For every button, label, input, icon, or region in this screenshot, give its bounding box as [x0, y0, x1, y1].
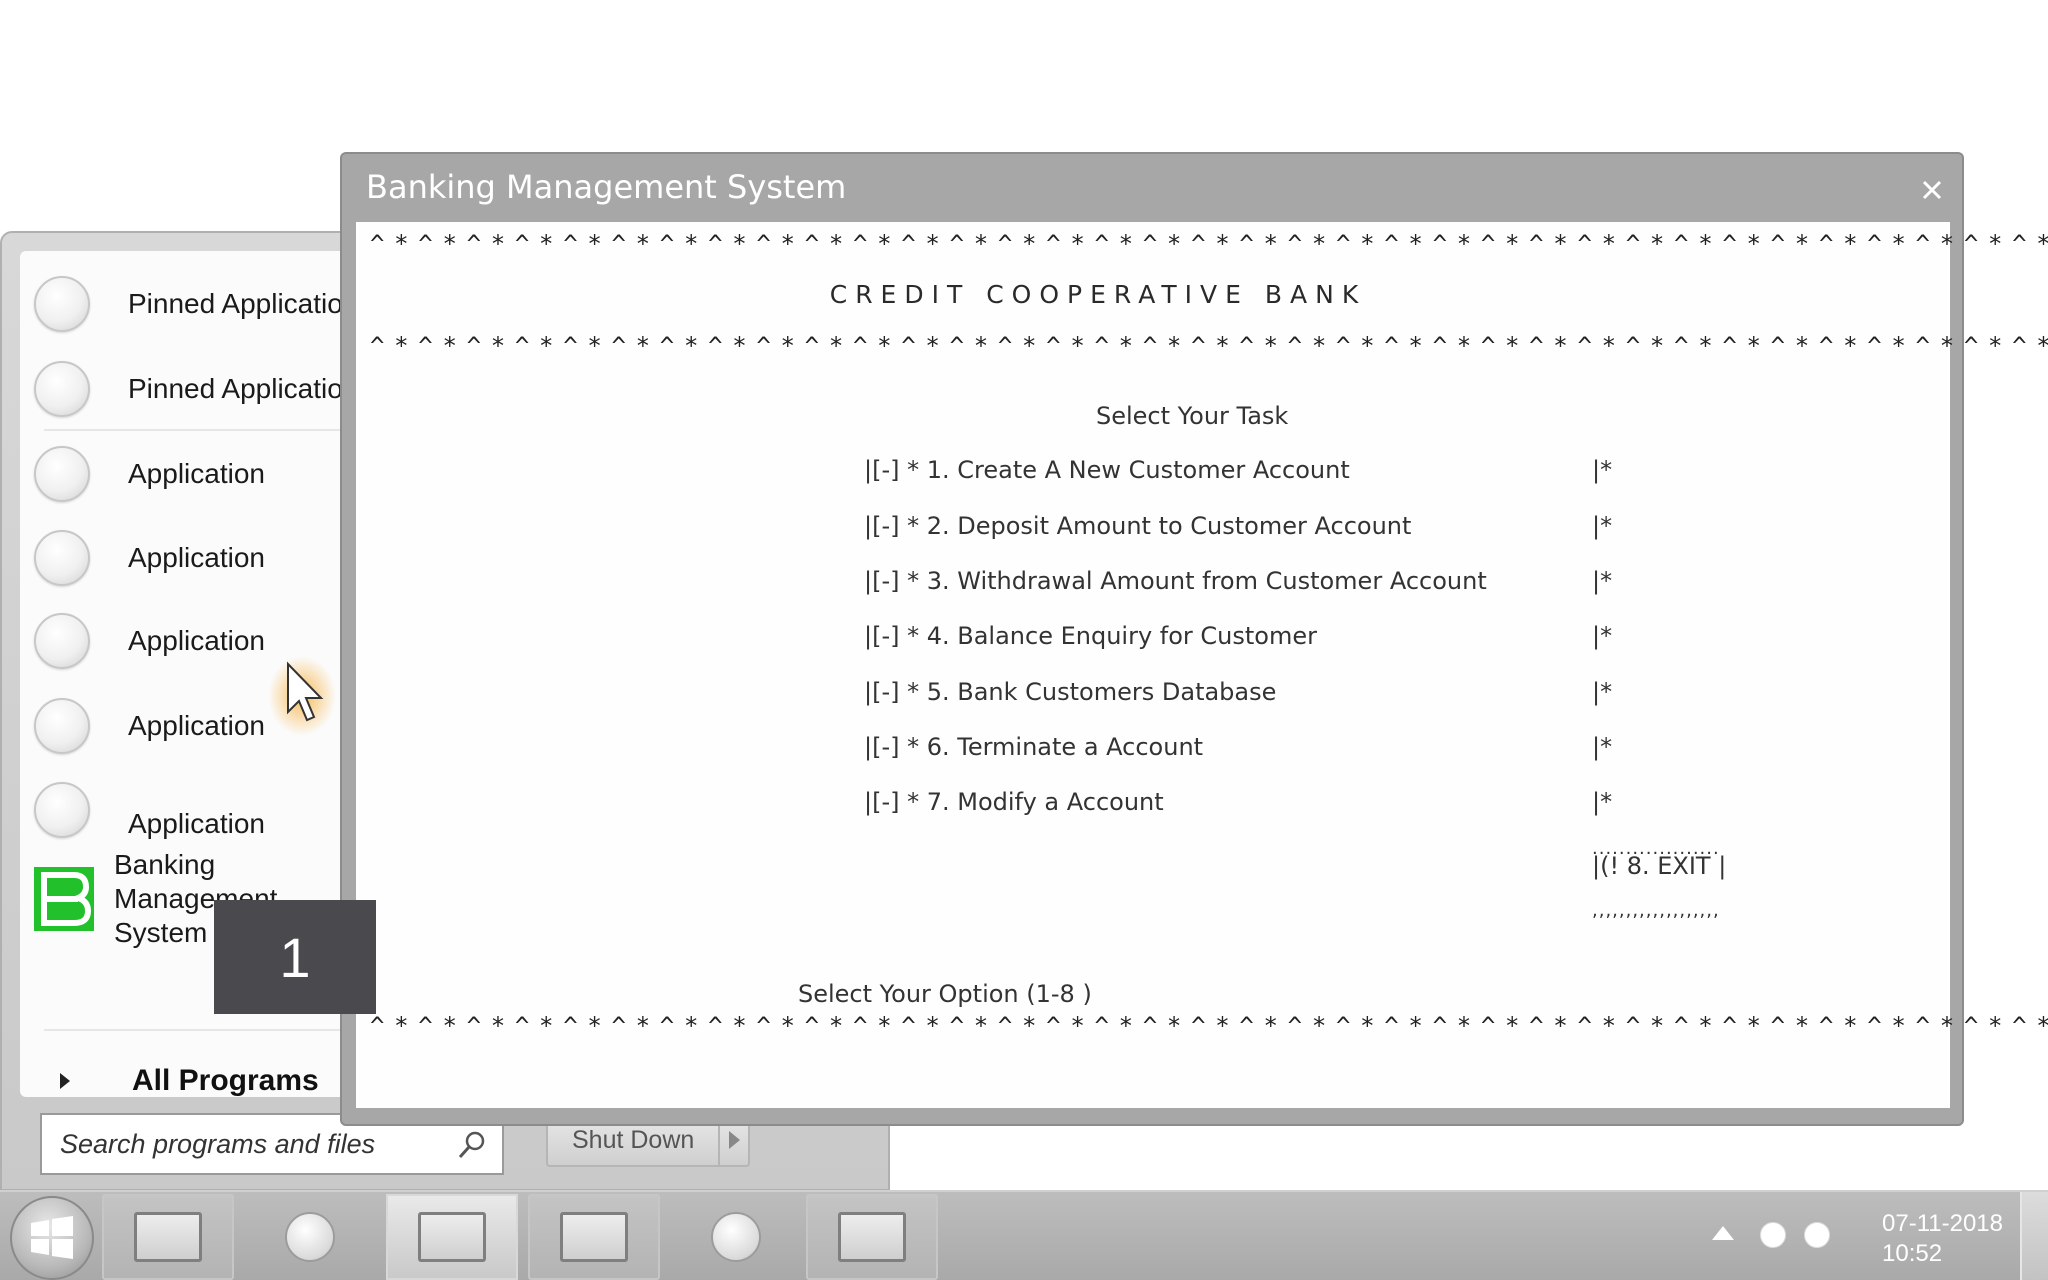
app-circle-icon	[34, 446, 90, 502]
app-circle-icon	[34, 276, 90, 332]
option-prompt: Select Your Option (1-8 )	[798, 980, 1092, 1008]
pinned-app-label: Pinned Application	[128, 373, 359, 404]
tray-circle-icon[interactable]	[1804, 1222, 1830, 1248]
search-input[interactable]	[60, 1128, 440, 1160]
window-square-icon	[134, 1212, 202, 1262]
menu-option-end-marker: |*	[1592, 622, 1613, 650]
menu-option-5[interactable]: |[-] * 5. Bank Customers Database	[864, 678, 1276, 706]
app-label: Application	[128, 808, 265, 839]
decorative-border-top: ^*^*^*^*^*^*^*^*^*^*^*^*^*^*^*^*^*^*^*^*…	[370, 230, 2048, 258]
show-desktop-button[interactable]	[2020, 1192, 2048, 1280]
desktop: Pinned Application Pinned Application Ap…	[0, 0, 2048, 1280]
app-circle-icon	[34, 782, 90, 838]
window-square-icon	[418, 1212, 486, 1262]
menu-option-end-marker: |*	[1592, 678, 1613, 706]
bank-name-heading: CREDIT COOPERATIVE BANK	[829, 280, 1367, 309]
app-label: Application	[128, 710, 265, 741]
menu-option-7[interactable]: |[-] * 7. Modify a Account	[864, 788, 1164, 816]
menu-option-2[interactable]: |[-] * 2. Deposit Amount to Customer Acc…	[864, 512, 1411, 540]
decorative-border-middle: ^*^*^*^*^*^*^*^*^*^*^*^*^*^*^*^*^*^*^*^*…	[370, 332, 2048, 360]
menu-option-exit[interactable]: |(! 8. EXIT |	[1592, 852, 1726, 880]
all-programs-label: All Programs	[132, 1064, 319, 1097]
search-icon[interactable]	[456, 1129, 488, 1161]
all-programs-button[interactable]: All Programs	[60, 1051, 319, 1111]
window-square-icon	[560, 1212, 628, 1262]
pinned-app-item-2[interactable]: Pinned Application	[34, 354, 364, 424]
app-item-3[interactable]: Application	[34, 606, 364, 676]
taskbar-app-window-1[interactable]	[102, 1194, 234, 1280]
clock-date[interactable]: 07-11-2018	[1882, 1210, 2003, 1238]
tray-circle-icon[interactable]	[1760, 1222, 1786, 1248]
menu-option-end-marker: |*	[1592, 733, 1613, 761]
triangle-right-icon	[60, 1073, 70, 1089]
exit-border-bottom: ,,,,,,,,,,,,,,,,,,,	[1592, 900, 1720, 921]
taskbar-app-circle-1[interactable]	[244, 1194, 376, 1280]
app-circle-icon	[34, 361, 90, 417]
shutdown-label: Shut Down	[571, 1125, 695, 1154]
app-label: Application	[128, 542, 265, 573]
app-circle-icon	[34, 613, 90, 669]
start-menu-separator	[44, 1029, 364, 1031]
app-label: Application	[128, 458, 265, 489]
bms-logo-icon	[34, 867, 94, 931]
taskbar-app-window-2[interactable]	[528, 1194, 660, 1280]
console-output: ^*^*^*^*^*^*^*^*^*^*^*^*^*^*^*^*^*^*^*^*…	[356, 222, 2048, 1108]
menu-option-3[interactable]: |[-] * 3. Withdrawal Amount from Custome…	[864, 567, 1487, 595]
task-heading: Select Your Task	[1096, 402, 1289, 430]
decorative-border-bottom: ^*^*^*^*^*^*^*^*^*^*^*^*^*^*^*^*^*^*^*^*…	[370, 1012, 2048, 1040]
chevron-right-icon	[728, 1131, 740, 1149]
app-item-1[interactable]: Application	[34, 439, 364, 509]
app-circle-icon	[34, 530, 90, 586]
menu-option-6[interactable]: |[-] * 6. Terminate a Account	[864, 733, 1203, 761]
menu-option-end-marker: |*	[1592, 456, 1613, 484]
pinned-app-item-1[interactable]: Pinned Application	[34, 269, 364, 339]
console-window: Banking Management System ^*^*^*^*^*^*^*…	[340, 152, 2048, 1126]
key-press-overlay: 1	[214, 900, 376, 1014]
app-item-4[interactable]: Application	[34, 691, 364, 761]
window-square-icon	[838, 1212, 906, 1262]
menu-option-end-marker: |*	[1592, 567, 1613, 595]
close-icon[interactable]	[1916, 174, 1948, 206]
show-hidden-icons-icon[interactable]	[1712, 1226, 1734, 1240]
windows-logo-icon	[31, 1216, 73, 1259]
menu-option-1[interactable]: |[-] * 1. Create A New Customer Account	[864, 456, 1350, 484]
pinned-app-label: Pinned Application	[128, 288, 359, 319]
taskbar-app-window-active[interactable]	[386, 1194, 518, 1280]
taskbar-app-circle-2[interactable]	[670, 1194, 802, 1280]
taskbar-app-window-3[interactable]	[806, 1194, 938, 1280]
window-title: Banking Management System	[366, 168, 847, 206]
start-menu-separator	[44, 429, 364, 431]
app-item-2[interactable]: Application	[34, 523, 364, 593]
start-button[interactable]	[10, 1196, 94, 1280]
app-circle-icon	[285, 1212, 335, 1262]
menu-option-4[interactable]: |[-] * 4. Balance Enquiry for Customer	[864, 622, 1317, 650]
app-circle-icon	[711, 1212, 761, 1262]
app-circle-icon	[34, 698, 90, 754]
taskbar: 07-11-2018 10:52	[0, 1190, 2048, 1280]
app-item-5[interactable]: Application	[34, 775, 364, 845]
clock-time[interactable]: 10:52	[1882, 1240, 1942, 1268]
menu-option-end-marker: |*	[1592, 512, 1613, 540]
app-label: Application	[128, 625, 265, 656]
menu-option-end-marker: |*	[1592, 788, 1613, 816]
